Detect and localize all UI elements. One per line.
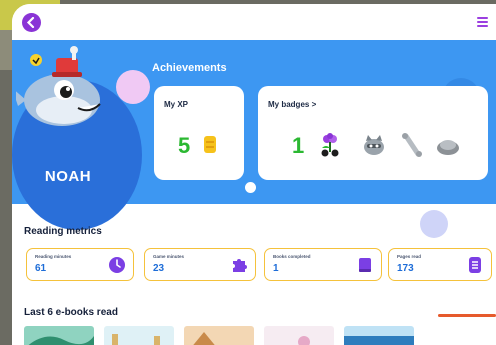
ebook-cover[interactable]: [104, 326, 174, 345]
flower-badge-icon: [321, 133, 339, 157]
puzzle-icon: [233, 259, 247, 272]
bone-badge-icon: [402, 133, 422, 157]
shark-avatar-icon[interactable]: [16, 42, 112, 142]
menu-icon[interactable]: [477, 17, 488, 28]
badges-label: My badges >: [268, 100, 317, 109]
ebook-cover[interactable]: [184, 326, 254, 345]
decorative-circle: [420, 210, 448, 238]
xp-card[interactable]: My XP 5: [154, 86, 244, 180]
ebook-cover[interactable]: [344, 326, 414, 345]
profile-name: NOAH: [44, 168, 92, 185]
ebook-cover-art: [112, 334, 160, 345]
badges-count: 1: [292, 133, 305, 158]
badges-card[interactable]: My badges > 1: [258, 86, 488, 180]
ebook-cover[interactable]: [264, 326, 334, 345]
book-icon: [359, 258, 371, 272]
last-ebooks-title: Last 6 e-books read: [24, 307, 118, 318]
metric-value: 173: [397, 263, 414, 274]
xp-label: My XP: [164, 100, 189, 109]
scroll-indicator: [438, 314, 496, 317]
metric-value: 23: [153, 263, 165, 274]
metric-label: Game minutes: [153, 254, 185, 259]
app-screen: NOAH Achievements My XP 5 My badges > 1: [12, 4, 496, 345]
metric-label: Pages read: [397, 254, 422, 259]
coin-stack-icon: [204, 136, 216, 153]
metric-label: Books completed: [273, 254, 311, 259]
decorative-circle: [116, 70, 150, 104]
metric-game-minutes[interactable]: Game minutes 23: [144, 248, 256, 281]
metric-value: 1: [273, 263, 279, 274]
clock-icon: [109, 257, 125, 273]
ebook-cover[interactable]: [24, 326, 94, 345]
reading-metrics-title: Reading metrics: [24, 226, 102, 237]
metric-reading-minutes[interactable]: Reading minutes 61: [26, 248, 134, 281]
metric-value: 61: [35, 263, 47, 274]
pages-icon: [469, 257, 481, 273]
ebook-cover-art: [28, 336, 94, 345]
achievements-title: Achievements: [152, 62, 227, 74]
ebook-cover-art: [344, 336, 414, 345]
boulder-badge-icon: [437, 140, 459, 155]
raccoon-badge-icon: [364, 135, 384, 155]
top-bar: [12, 4, 496, 40]
xp-value: 5: [178, 133, 191, 158]
ebook-cover-art: [193, 332, 215, 345]
back-arrow-icon: [26, 17, 35, 28]
back-button[interactable]: [22, 13, 41, 32]
ebook-cover-art: [298, 336, 310, 345]
carousel-dot[interactable]: [245, 182, 256, 193]
metric-books-completed[interactable]: Books completed 1: [264, 248, 382, 281]
metric-pages-read[interactable]: Pages read 173: [388, 248, 492, 281]
metric-label: Reading minutes: [35, 254, 72, 259]
